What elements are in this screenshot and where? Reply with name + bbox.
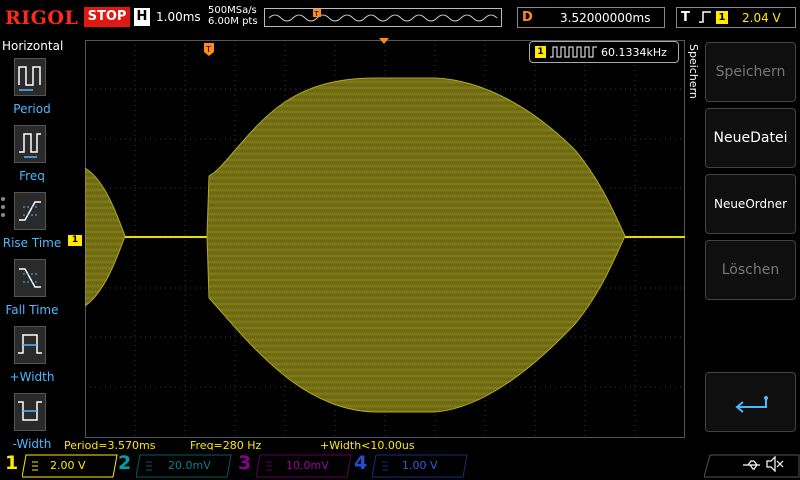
ch1-offset-marker[interactable]: 1 [68,235,82,246]
ch3-scale: 10.0mV [286,459,329,472]
ch2-number[interactable]: 2 [118,452,131,474]
period-icon [14,58,46,96]
frequency-counter-value: 60.1334kHz [601,46,667,59]
square-wave-icon [550,46,597,58]
measure-pos-width-button[interactable]: +Width [2,326,60,392]
trigger-position-marker[interactable]: T [204,43,214,56]
neg-width-label: -Width [12,437,52,451]
measure-rise-time-button[interactable]: Rise Time [2,192,62,258]
delay-label: D [522,10,533,25]
frequency-counter-channel: 1 [535,46,546,58]
trigger-channel-badge: 1 [716,11,728,24]
fall-time-label: Fall Time [5,303,59,317]
ch2-scale: 20.0mV [168,459,211,472]
run-stop-status[interactable]: STOP [84,7,130,27]
top-status-bar: RIGOL STOP H 1.00ms 500MSa/s 6.00M pts T… [0,0,800,36]
delete-button[interactable]: Löschen [705,240,796,300]
waveform-grid [84,40,685,438]
horizontal-measure-menu: Horizontal Period Freq Rise Time Fall Ti… [0,36,64,451]
rise-time-icon [14,192,46,230]
right-menu-title: Speichern [687,44,700,99]
new-file-button[interactable]: NeueDatei [705,108,796,168]
freq-label: Freq [19,169,45,183]
trigger-label: T [681,10,690,25]
ch3-number[interactable]: 3 [238,452,251,474]
save-button[interactable]: Speichern [705,42,796,102]
svg-text:T: T [314,10,320,18]
menu-title: Horizontal [2,39,64,53]
fall-time-icon [14,259,46,297]
return-icon [735,396,768,413]
ch4-number[interactable]: 4 [354,452,367,474]
save-button-label: Speichern [715,64,786,80]
return-button[interactable] [705,372,796,432]
delete-label: Löschen [721,262,780,278]
overview-waveform-icon: T [268,9,498,22]
ch1-scale: 2.00 V [50,459,86,472]
rise-time-label: Rise Time [2,236,62,250]
svg-text:T: T [205,45,211,54]
measure-fall-time-button[interactable]: Fall Time [2,259,60,325]
rising-edge-icon [699,11,711,23]
ch1-number[interactable]: 1 [5,452,18,474]
delay-value[interactable]: 3.52000000ms [560,11,650,25]
waveform-display[interactable] [84,40,685,438]
brand-logo: RIGOL [5,7,79,29]
freq-icon [14,125,46,163]
horizontal-label: H [134,8,150,26]
acquisition-info: 500MSa/s 6.00M pts [208,5,258,27]
sample-rate: 500MSa/s [208,5,257,16]
period-label: Period [13,102,51,116]
new-folder-label: NeueOrdner [713,197,788,211]
speaker-muted-icon [766,456,784,472]
measure-period-button[interactable]: Period [2,58,60,124]
trigger-level[interactable]: 2.04 V [742,11,781,25]
pos-width-icon [14,326,46,364]
memory-depth: 6.00M pts [208,16,258,27]
waveform-overview-bar[interactable]: T [264,8,502,27]
ch4-scale: 1.00 V [402,459,438,472]
usb-icon [743,460,760,470]
timebase-value[interactable]: 1.00ms [156,10,201,24]
new-folder-button[interactable]: NeueOrdner [705,174,796,234]
measure-freq-button[interactable]: Freq [2,125,60,191]
new-file-label: NeueDatei [713,130,788,146]
pos-width-label: +Width [9,370,55,384]
neg-width-icon [14,393,46,431]
center-marker-icon [379,38,389,44]
